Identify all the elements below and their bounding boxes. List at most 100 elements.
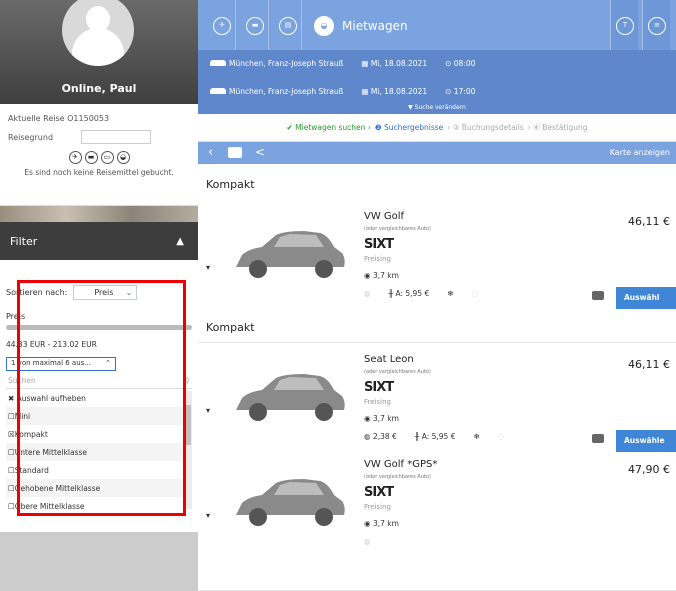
user-name: Online, Paul <box>61 82 137 95</box>
profile-panel: Online, Paul <box>0 0 198 104</box>
features: ◍ ╫ A: 5,95 € ❄ ◌ <box>364 289 478 298</box>
car-image <box>236 479 345 526</box>
car-name: VW Golf <box>364 211 405 222</box>
filter-header[interactable]: Filter ▲ <box>0 222 198 260</box>
car-name: VW Golf *GPS* <box>364 459 438 470</box>
flight-icon: ✈ <box>213 17 231 35</box>
vendor-city: Freising <box>364 503 391 511</box>
step-buchungsdetails: › ③ Buchungsdetails <box>447 123 524 132</box>
car-icon <box>210 60 226 66</box>
tab-hotel[interactable]: ▤ <box>274 0 302 50</box>
pickup-time: ⊙ 08:00 <box>445 59 476 68</box>
filter-title: Filter <box>10 235 38 248</box>
checkbox[interactable]: ☐ <box>8 484 15 493</box>
price: 47,90 € <box>628 463 670 476</box>
progress-steps: ✔ Mietwagen suchen › ❷ Suchergebnisse › … <box>198 114 676 142</box>
change-search-link[interactable]: ▼ Suche verändern <box>198 104 676 111</box>
checkbox[interactable]: ☐ <box>8 412 15 421</box>
highlight-box <box>17 280 186 516</box>
checkbox[interactable]: ☐ <box>8 502 15 511</box>
step-bestaetigung: › ④ Bestätigung <box>527 123 588 132</box>
taxi-icon: T <box>616 17 634 35</box>
tab-list[interactable]: ≡ <box>642 0 670 50</box>
collapse-icon[interactable]: ▲ <box>176 236 184 247</box>
car-name: Seat Leon <box>364 354 414 365</box>
expand-icon[interactable]: ▾ <box>206 263 210 272</box>
train-icon[interactable]: ▬ <box>84 151 98 164</box>
checkbox[interactable]: ☐ <box>8 466 15 475</box>
step-mietwagen-suchen[interactable]: ✔ Mietwagen suchen › <box>287 123 371 132</box>
no-bookings-text: Es sind noch keine Reisemittel gebucht. <box>24 168 174 177</box>
info-icon: ◍ <box>364 289 371 298</box>
flight-icon[interactable]: ✈ <box>68 151 82 164</box>
tab-mietwagen[interactable]: ◒ Mietwagen <box>314 16 408 36</box>
tab-flight[interactable]: ✈ <box>208 0 236 50</box>
offer-card: ▾ VW Golf (oder vergleichbares Auto) SIXT Fr… <box>198 205 676 343</box>
expand-icon[interactable]: ▾ <box>206 511 210 520</box>
dropoff-time: ⊙ 17:00 <box>445 87 476 96</box>
avatar[interactable] <box>62 0 134 66</box>
taxi-icon[interactable]: ▭ <box>100 151 114 164</box>
print-icon[interactable] <box>228 147 242 158</box>
reisegrund-input[interactable] <box>81 130 152 144</box>
back-icon[interactable]: ‹ <box>208 145 213 160</box>
section-title: Kompakt <box>206 178 255 191</box>
results-toolbar: ‹ < Karte anzeigen <box>198 142 676 164</box>
category-tabs: ✈ ▬ ▤ ◒ Mietwagen T ≡ <box>198 0 676 50</box>
sidebar: Online, Paul Aktuelle Reise O1150053 Rei… <box>0 0 198 532</box>
expand-icon[interactable]: ▾ <box>206 406 210 415</box>
trip-panel: Aktuelle Reise O1150053 Reisegrund ✈ ▬ ▭… <box>0 104 198 206</box>
select-button[interactable]: Auswähle <box>616 430 676 452</box>
pickup-date: ▦ Mi, 18.08.2021 <box>361 59 428 68</box>
pickup-line: München, Franz-Joseph Strauß ▦ Mi, 18.08.… <box>210 59 475 68</box>
features: ◍ <box>364 537 371 546</box>
car-icon[interactable]: ◒ <box>116 151 130 164</box>
vendor-city: Freising <box>364 255 391 263</box>
car-image <box>236 231 345 278</box>
location-icon: ◉ <box>364 414 373 423</box>
equipment: ╫ A: 5,95 € <box>388 289 430 298</box>
car-subtitle: (oder vergleichbares Auto) <box>364 369 431 375</box>
car-image <box>236 374 345 421</box>
select-button[interactable]: Auswähl <box>616 287 676 309</box>
price: 46,11 € <box>628 215 670 228</box>
vendor-city: Freising <box>364 398 391 406</box>
equipment: ╫ A: 5,95 € <box>414 432 456 441</box>
car-icon <box>210 88 226 94</box>
offer-card: ▾ VW Golf *GPS* (oder vergleichbares Auto)… <box>198 453 676 591</box>
close-icon: ✖ <box>8 393 17 403</box>
show-map-link[interactable]: Karte anzeigen <box>610 148 670 157</box>
ac-icon: ❄ <box>473 432 480 441</box>
dropoff-line: München, Franz-Joseph Strauß ▦ Mi, 18.08.… <box>210 87 475 96</box>
info-icon: ◍ <box>364 432 373 441</box>
main-content: ✈ ▬ ▤ ◒ Mietwagen T ≡ München, Franz-Jose… <box>198 0 676 591</box>
info-icon: ◍ <box>364 537 371 546</box>
extra-icon: ◌ <box>497 432 505 441</box>
price: 46,11 € <box>628 358 670 371</box>
features: ◍ 2,38 € ╫ A: 5,95 € ❄ ◌ <box>364 432 504 441</box>
distance: ◉ 3,7 km <box>364 519 399 528</box>
dropoff-date: ▦ Mi, 18.08.2021 <box>361 87 428 96</box>
train-icon: ▬ <box>246 17 264 35</box>
fee: ◍ 2,38 € <box>364 432 397 441</box>
location-icon: ◉ <box>364 519 373 528</box>
checkbox[interactable]: ☒ <box>8 430 15 439</box>
car-icon: ◒ <box>314 16 334 36</box>
extra-icon: ◌ <box>471 289 479 298</box>
list-icon: ≡ <box>648 17 666 35</box>
distance: ◉ 3,7 km <box>364 414 399 423</box>
share-icon[interactable]: < <box>255 145 265 159</box>
city-image <box>0 206 198 222</box>
vendor-logo: SIXT <box>364 485 394 500</box>
print-icon[interactable] <box>592 291 604 300</box>
vendor-logo: SIXT <box>364 237 394 252</box>
print-icon[interactable] <box>592 434 604 443</box>
transport-icons: ✈ ▬ ▭ ◒ <box>8 151 190 164</box>
ac-icon: ❄ <box>447 289 454 298</box>
car-subtitle: (oder vergleichbares Auto) <box>364 474 431 480</box>
checkbox[interactable]: ☐ <box>8 448 15 457</box>
tab-train[interactable]: ▬ <box>241 0 269 50</box>
reisegrund-label: Reisegrund <box>8 132 54 142</box>
tab-taxi[interactable]: T <box>610 0 638 50</box>
gear-icon: ╫ <box>414 432 422 441</box>
